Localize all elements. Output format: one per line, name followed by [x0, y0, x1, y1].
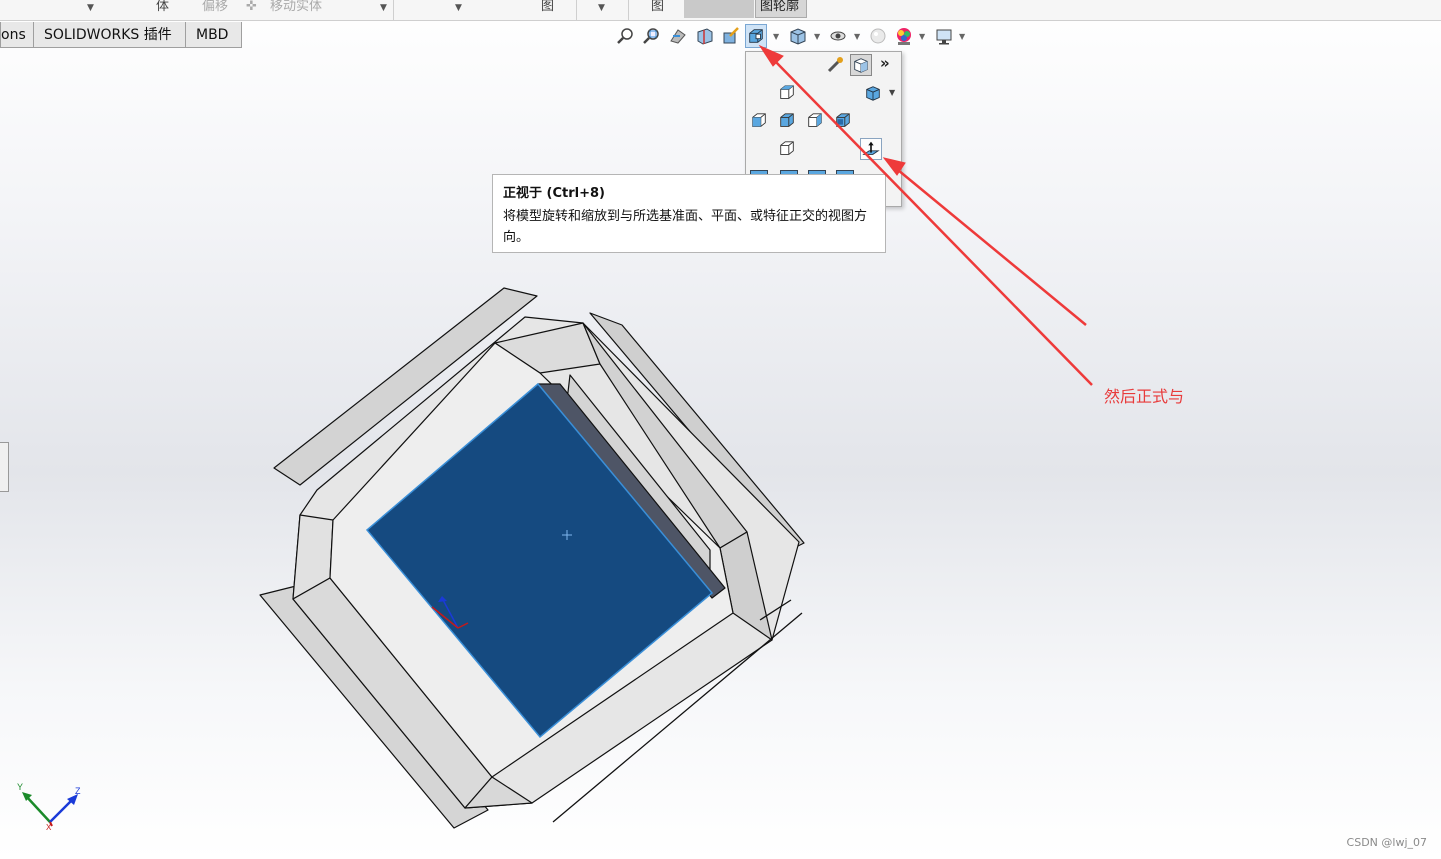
chevron-down-icon[interactable]: ▼ [380, 3, 387, 13]
toolbar-divider [576, 0, 577, 20]
feature-manager-collapse-handle[interactable] [0, 442, 9, 492]
tab-label: ons [1, 27, 26, 43]
toolbar-sketch-outline-label: 图轮廓 [760, 0, 800, 14]
isometric-view-icon[interactable] [862, 82, 884, 104]
chevron-down-icon[interactable]: ▼ [455, 3, 462, 13]
toolbar-view2-label[interactable]: 图 [651, 0, 664, 20]
toolbar-divider [628, 0, 629, 20]
toolbar-sketch-outline-button[interactable]: 图轮廓 [755, 0, 807, 18]
toolbar-offset-label[interactable]: 偏移 [202, 0, 228, 20]
back-view-icon[interactable] [832, 110, 854, 132]
view-selector-icon[interactable] [850, 54, 872, 76]
tooltip-title: 正视于 (Ctrl+8) [503, 186, 605, 201]
chevron-down-icon[interactable]: ▼ [773, 32, 779, 41]
reference-triad: Y Z X [17, 782, 81, 830]
more-views-icon[interactable]: » [880, 54, 890, 72]
new-view-icon[interactable] [824, 54, 846, 76]
svg-text:X: X [46, 823, 52, 830]
chevron-down-icon[interactable]: ▼ [919, 32, 925, 41]
normal-to-tooltip: 正视于 (Ctrl+8) 将模型旋转和缩放到与所选基准面、平面、或特征正交的视图… [492, 174, 886, 253]
left-view-icon[interactable] [748, 110, 770, 132]
chevron-down-icon[interactable]: ▼ [814, 32, 820, 41]
tab-ons[interactable]: ons [0, 22, 34, 48]
view-orientation-icon[interactable] [745, 24, 767, 48]
toolbar-view-label[interactable]: 图 [541, 0, 554, 20]
previous-view-icon[interactable] [667, 24, 689, 48]
toolbar-divider [393, 0, 394, 20]
view-settings-icon[interactable] [933, 24, 955, 48]
move-icon: ✜ [246, 0, 257, 14]
normal-to-icon[interactable] [860, 138, 882, 160]
chevron-down-icon[interactable]: ▼ [959, 32, 965, 41]
chevron-down-icon[interactable]: ▼ [889, 88, 895, 97]
3d-model[interactable] [250, 280, 820, 840]
chevron-down-icon[interactable]: ▼ [598, 3, 605, 13]
hide-show-icon[interactable] [827, 24, 849, 48]
bottom-view-icon[interactable] [776, 138, 798, 160]
top-view-icon[interactable] [776, 82, 798, 104]
tab-solidworks-addins[interactable]: SOLIDWORKS 插件 [33, 22, 186, 48]
svg-text:Y: Y [17, 782, 23, 792]
display-style-icon[interactable] [787, 24, 809, 48]
command-manager-strip: ▼ 体 偏移 ✜ 移动实体 ▼ ▼ 图 ▼ 图 图轮廓 [0, 0, 1441, 21]
svg-text:Z: Z [75, 786, 81, 796]
right-view-icon[interactable] [804, 110, 826, 132]
tooltip-body: 将模型旋转和缩放到与所选基准面、平面、或特征正交的视图方向。 [503, 209, 868, 245]
toolbar-body-label[interactable]: 体 [156, 0, 169, 20]
tab-label: MBD [196, 27, 229, 43]
watermark: CSDN @lwj_07 [1346, 836, 1427, 849]
edit-appearance-icon[interactable] [867, 24, 889, 48]
zoom-to-fit-icon[interactable] [615, 24, 637, 48]
front-view-icon[interactable] [776, 110, 798, 132]
apply-scene-icon[interactable] [893, 24, 915, 48]
zoom-to-area-icon[interactable] [641, 24, 663, 48]
chevron-down-icon[interactable]: ▼ [854, 32, 860, 41]
dynamic-annotation-icon[interactable] [720, 24, 742, 48]
tab-mbd[interactable]: MBD [185, 22, 242, 48]
annotation-text: 然后正式与 [1104, 387, 1185, 406]
chevron-down-icon[interactable]: ▼ [87, 3, 94, 13]
toolbar-move-body-label[interactable]: 移动实体 [270, 0, 322, 20]
section-view-icon[interactable] [694, 24, 716, 48]
toolbar-pressed-button[interactable] [684, 0, 754, 18]
tab-label: SOLIDWORKS 插件 [44, 27, 172, 43]
